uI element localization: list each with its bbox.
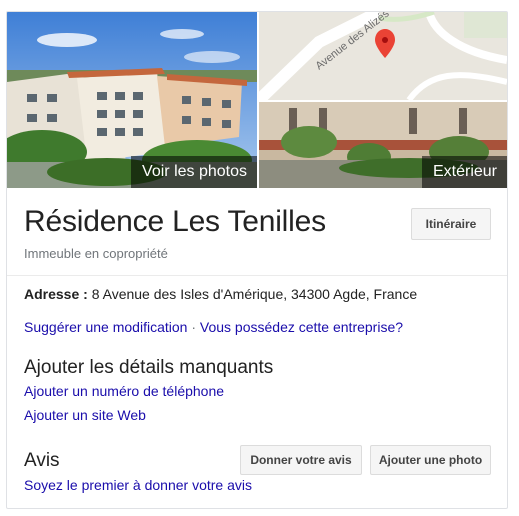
knowledge-panel: Voir les photos Avenue des Alizés Extéri… [6,11,508,509]
first-review-link[interactable]: Soyez le premier à donner votre avis [24,477,252,493]
edit-links: Suggérer une modification · Vous posséde… [24,319,403,335]
view-photos-label[interactable]: Voir les photos [131,156,257,188]
exterior-photo[interactable]: Extérieur [259,102,507,188]
suggest-edit-link[interactable]: Suggérer une modification [24,319,187,335]
address-line: Adresse : 8 Avenue des Isles d'Amérique,… [24,286,417,302]
directions-button[interactable]: Itinéraire [411,208,491,240]
link-separator: · [191,319,196,335]
map-thumbnail[interactable]: Avenue des Alizés [259,12,507,100]
missing-details-title: Ajouter les détails manquants [24,357,274,378]
own-business-link[interactable]: Vous possédez cette entreprise? [200,319,403,335]
map-image: Avenue des Alizés [259,12,507,100]
place-title: Résidence Les Tenilles [24,205,326,238]
section-divider [7,275,507,276]
add-website-link[interactable]: Ajouter un site Web [24,407,146,423]
write-review-button[interactable]: Donner votre avis [240,445,362,475]
address-value: 8 Avenue des Isles d'Amérique, 34300 Agd… [91,286,418,302]
address-label: Adresse : [24,286,88,302]
photo-strip: Voir les photos Avenue des Alizés Extéri… [7,12,507,188]
reviews-title: Avis [24,450,60,471]
exterior-label[interactable]: Extérieur [421,156,507,188]
add-phone-link[interactable]: Ajouter un numéro de téléphone [24,383,224,399]
place-category: Immeuble en copropriété [24,246,168,261]
add-photo-button[interactable]: Ajouter une photo [370,445,491,475]
main-photo[interactable]: Voir les photos [7,12,257,188]
